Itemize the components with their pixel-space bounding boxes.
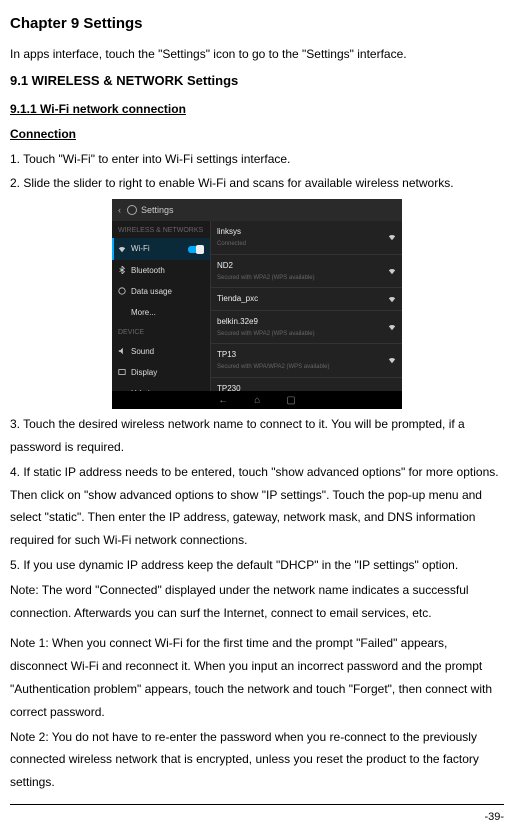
display-icon xyxy=(118,368,126,376)
section-9-1: 9.1 WIRELESS & NETWORK Settings xyxy=(10,69,504,94)
bluetooth-icon xyxy=(118,266,126,274)
network-name: TP13 xyxy=(217,347,388,362)
nav-home-icon[interactable]: ⌂ xyxy=(254,391,260,410)
network-sub: Secured with WPA/WPA2 (WPS available) xyxy=(217,362,388,373)
network-name: TP230 xyxy=(217,381,388,392)
section-9-1-1: 9.1.1 Wi-Fi network connection xyxy=(10,98,504,121)
step-4: 4. If static IP address needs to be ente… xyxy=(10,461,504,552)
network-list: linksysConnected ND2Secured with WPA2 (W… xyxy=(211,221,402,391)
sidebar-label-display: Display xyxy=(131,365,157,380)
wifi-signal-icon xyxy=(388,267,396,275)
gear-icon xyxy=(127,205,137,215)
settings-screenshot: ‹ Settings WIRELESS & NETWORKS Wi-Fi Blu… xyxy=(112,199,402,409)
screenshot-title: Settings xyxy=(141,202,174,219)
sidebar-label-bluetooth: Bluetooth xyxy=(131,263,165,278)
sidebar-item-bluetooth[interactable]: Bluetooth xyxy=(112,260,210,281)
footer-rule xyxy=(10,804,504,805)
sidebar-item-sound[interactable]: Sound xyxy=(112,341,210,362)
page-number: -39- xyxy=(10,807,504,828)
chapter-title: Chapter 9 Settings xyxy=(10,10,504,39)
note-2: Note 2: You do not have to re-enter the … xyxy=(10,726,504,794)
settings-sidebar: WIRELESS & NETWORKS Wi-Fi Bluetooth Data… xyxy=(112,221,211,391)
network-sub: Secured with WPA2 (WPS available) xyxy=(217,273,388,284)
category-wireless: WIRELESS & NETWORKS xyxy=(112,221,210,238)
step-5: 5. If you use dynamic IP address keep th… xyxy=(10,554,504,577)
sidebar-item-hdmi[interactable]: Hdmi xyxy=(112,383,210,391)
category-device: DEVICE xyxy=(112,323,210,340)
step-2: 2. Slide the slider to right to enable W… xyxy=(10,172,504,195)
wifi-toggle[interactable] xyxy=(188,246,204,253)
network-name: Tienda_pxc xyxy=(217,291,388,306)
sidebar-item-datausage[interactable]: Data usage xyxy=(112,281,210,302)
wifi-signal-icon xyxy=(388,233,396,241)
datausage-icon xyxy=(118,287,126,295)
note-connected: Note: The word "Connected" displayed und… xyxy=(10,579,504,625)
network-row[interactable]: belkin.32e9Secured with WPA2 (WPS availa… xyxy=(211,311,402,345)
sidebar-label-datausage: Data usage xyxy=(131,284,172,299)
wifi-signal-icon xyxy=(388,323,396,331)
network-name: ND2 xyxy=(217,258,388,273)
network-name: linksys xyxy=(217,224,388,239)
connection-heading: Connection xyxy=(10,123,504,146)
nav-back-icon[interactable]: ← xyxy=(218,391,228,410)
sound-icon xyxy=(118,347,126,355)
wifi-icon xyxy=(118,245,126,253)
wifi-signal-icon xyxy=(388,295,396,303)
sidebar-label-sound: Sound xyxy=(131,344,154,359)
network-row[interactable]: TP13Secured with WPA/WPA2 (WPS available… xyxy=(211,344,402,378)
wifi-signal-icon xyxy=(388,356,396,364)
sidebar-item-display[interactable]: Display xyxy=(112,362,210,383)
network-sub: Connected xyxy=(217,239,388,250)
network-row[interactable]: ND2Secured with WPA2 (WPS available) xyxy=(211,255,402,289)
nav-recent-icon[interactable]: ▢ xyxy=(286,391,295,410)
sidebar-label-wifi: Wi-Fi xyxy=(131,241,150,256)
screenshot-header: ‹ Settings xyxy=(112,199,402,221)
step-1: 1. Touch "Wi-Fi" to enter into Wi-Fi set… xyxy=(10,148,504,171)
network-sub: Secured with WPA2 (WPS available) xyxy=(217,329,388,340)
intro-text: In apps interface, touch the "Settings" … xyxy=(10,43,504,66)
network-row[interactable]: TP230Secured with WPA/WPA2 (WPS availabl… xyxy=(211,378,402,392)
sidebar-item-wifi[interactable]: Wi-Fi xyxy=(112,238,210,259)
screenshot-navbar: ← ⌂ ▢ xyxy=(112,391,402,409)
back-icon[interactable]: ‹ xyxy=(118,202,121,219)
note-1: Note 1: When you connect Wi-Fi for the f… xyxy=(10,632,504,723)
sidebar-item-more[interactable]: More... xyxy=(112,302,210,323)
network-name: belkin.32e9 xyxy=(217,314,388,329)
step-3: 3. Touch the desired wireless network na… xyxy=(10,413,504,459)
network-row[interactable]: Tienda_pxc xyxy=(211,288,402,310)
sidebar-label-more: More... xyxy=(131,305,156,320)
network-row[interactable]: linksysConnected xyxy=(211,221,402,255)
